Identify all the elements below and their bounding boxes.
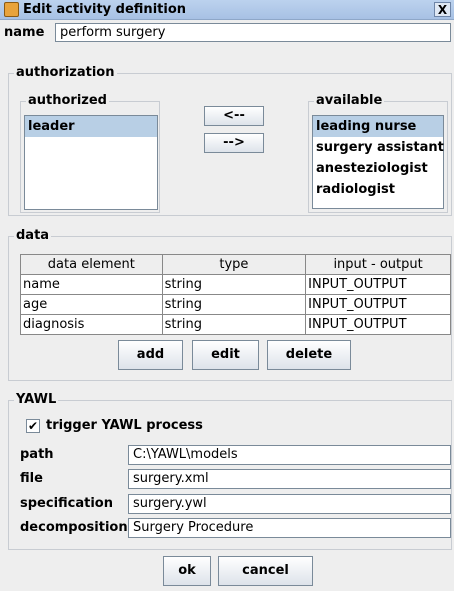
available-legend: available	[314, 93, 385, 108]
specification-field[interactable]: surgery.ywl	[128, 494, 451, 514]
window-title: Edit activity definition	[23, 2, 187, 17]
name-label: name	[4, 25, 45, 40]
app-icon	[4, 2, 19, 17]
authorized-list[interactable]: leader	[24, 115, 158, 210]
table-cell: string	[161, 294, 307, 315]
available-list[interactable]: leading nurse surgery assistant anesteziol…	[312, 115, 444, 209]
table-cell: name	[20, 274, 163, 295]
table-cell: string	[161, 274, 307, 295]
authorization-legend: authorization	[14, 65, 117, 80]
ok-button[interactable]: ok	[163, 556, 211, 586]
data-legend: data	[14, 228, 52, 243]
table-cell: INPUT_OUTPUT	[305, 274, 451, 295]
path-label: path	[20, 447, 54, 462]
file-field[interactable]: surgery.xml	[128, 469, 451, 489]
column-header[interactable]: data element	[20, 254, 163, 275]
yawl-legend: YAWL	[14, 392, 59, 407]
move-to-authorized-button[interactable]: <--	[204, 106, 264, 126]
authorized-legend: authorized	[26, 93, 109, 108]
table-cell: age	[20, 294, 163, 315]
trigger-yawl-checkbox[interactable]: ✔	[26, 419, 40, 433]
column-header[interactable]: input - output	[305, 254, 451, 275]
move-to-available-button[interactable]: -->	[204, 133, 264, 153]
table-cell: INPUT_OUTPUT	[305, 294, 451, 315]
list-item[interactable]: anesteziologist	[313, 158, 443, 179]
data-table: data element type input - output name st…	[20, 254, 451, 335]
table-row[interactable]: diagnosis string INPUT_OUTPUT	[20, 314, 451, 335]
path-field[interactable]: C:\YAWL\models	[128, 445, 451, 465]
list-item[interactable]: leader	[25, 116, 157, 137]
table-cell: INPUT_OUTPUT	[305, 314, 451, 335]
list-item[interactable]: leading nurse	[313, 116, 443, 137]
table-row[interactable]: name string INPUT_OUTPUT	[20, 274, 451, 295]
table-row[interactable]: age string INPUT_OUTPUT	[20, 294, 451, 315]
close-button[interactable]: X	[434, 2, 451, 17]
table-cell: string	[161, 314, 307, 335]
name-field[interactable]: perform surgery	[55, 23, 451, 42]
table-cell: diagnosis	[20, 314, 163, 335]
decomposition-field[interactable]: Surgery Procedure	[128, 518, 451, 538]
data-table-wrapper: data element type input - output name st…	[20, 254, 451, 335]
file-label: file	[20, 471, 43, 486]
edit-button[interactable]: edit	[192, 340, 259, 370]
cancel-button[interactable]: cancel	[218, 556, 313, 586]
checkmark-icon: ✔	[27, 419, 39, 433]
add-button[interactable]: add	[118, 340, 183, 370]
decomposition-label: decomposition	[20, 520, 128, 535]
trigger-yawl-label: trigger YAWL process	[46, 418, 203, 433]
list-item[interactable]: radiologist	[313, 179, 443, 200]
list-item[interactable]: surgery assistant	[313, 137, 444, 158]
column-header[interactable]: type	[161, 254, 307, 275]
delete-button[interactable]: delete	[267, 340, 351, 370]
specification-label: specification	[20, 496, 113, 511]
